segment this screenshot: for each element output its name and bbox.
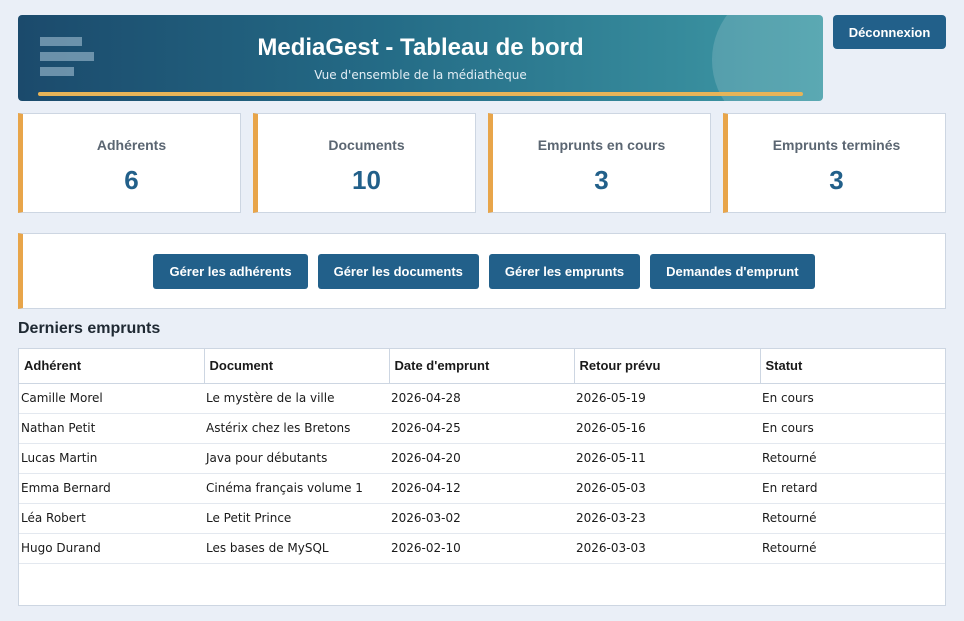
cell-status: Retourné xyxy=(760,503,945,534)
cell-member: Hugo Durand xyxy=(19,533,204,564)
table-row[interactable]: Léa Robert Le Petit Prince 2026-03-02 20… xyxy=(19,503,945,534)
cell-loan-date: 2026-04-12 xyxy=(389,473,574,504)
stat-label: Adhérents xyxy=(96,137,167,153)
cell-due-date: 2026-05-19 xyxy=(574,383,760,414)
page-title: MediaGest - Tableau de bord xyxy=(257,34,584,61)
cell-due-date: 2026-05-03 xyxy=(574,473,760,504)
cell-document: Le Petit Prince xyxy=(204,503,389,534)
table-header-row: Adhérent Document Date d'emprunt Retour … xyxy=(19,349,946,384)
table-row[interactable]: Hugo Durand Les bases de MySQL 2026-02-1… xyxy=(19,533,945,564)
column-header[interactable]: Retour prévu xyxy=(574,349,761,384)
cell-member: Camille Morel xyxy=(19,383,204,414)
column-header[interactable]: Document xyxy=(204,349,390,384)
cell-document: Java pour débutants xyxy=(204,443,389,474)
column-header[interactable]: Adhérent xyxy=(19,349,205,384)
cell-due-date: 2026-05-16 xyxy=(574,413,760,444)
column-header[interactable]: Statut xyxy=(760,349,946,384)
cell-member: Léa Robert xyxy=(19,503,204,534)
cell-loan-date: 2026-04-20 xyxy=(389,443,574,474)
stat-value: 6 xyxy=(124,165,139,195)
recent-loans-table: Adhérent Document Date d'emprunt Retour … xyxy=(18,348,946,606)
loan-requests-button[interactable]: Demandes d'emprunt xyxy=(650,253,815,289)
table-row[interactable]: Camille Morel Le mystère de la ville 202… xyxy=(19,383,945,414)
table-row[interactable]: Lucas Martin Java pour débutants 2026-04… xyxy=(19,443,945,474)
stat-label: Documents xyxy=(328,137,405,153)
stat-value: 3 xyxy=(829,165,844,195)
cell-status: Retourné xyxy=(760,443,945,474)
cell-document: Astérix chez les Bretons xyxy=(204,413,389,444)
stat-label: Emprunts en cours xyxy=(537,137,666,153)
header-divider xyxy=(38,92,803,96)
manage-documents-button[interactable]: Gérer les documents xyxy=(317,253,479,289)
manage-members-button[interactable]: Gérer les adhérents xyxy=(153,253,308,289)
stat-card-emprunts-termines: Emprunts terminés 3 xyxy=(723,113,946,213)
stat-label: Emprunts terminés xyxy=(772,137,901,153)
table-row[interactable]: Nathan Petit Astérix chez les Bretons 20… xyxy=(19,413,945,444)
cell-due-date: 2026-03-03 xyxy=(574,533,760,564)
logout-button[interactable]: Déconnexion xyxy=(833,15,946,49)
stat-value: 3 xyxy=(594,165,609,195)
cell-status: Retourné xyxy=(760,533,945,564)
cell-due-date: 2026-03-23 xyxy=(574,503,760,534)
cell-loan-date: 2026-03-02 xyxy=(389,503,574,534)
cell-member: Emma Bernard xyxy=(19,473,204,504)
cell-loan-date: 2026-04-28 xyxy=(389,383,574,414)
cell-loan-date: 2026-02-10 xyxy=(389,533,574,564)
header-banner: MediaGest - Tableau de bord Vue d'ensemb… xyxy=(18,15,823,101)
cell-document: Les bases de MySQL xyxy=(204,533,389,564)
column-header[interactable]: Date d'emprunt xyxy=(389,349,575,384)
stat-value: 10 xyxy=(352,165,381,195)
cell-status: En cours xyxy=(760,383,945,414)
actions-panel: Gérer les adhérents Gérer les documents … xyxy=(18,233,946,309)
cell-document: Le mystère de la ville xyxy=(204,383,389,414)
cell-loan-date: 2026-04-25 xyxy=(389,413,574,444)
cell-status: En cours xyxy=(760,413,945,444)
cell-member: Lucas Martin xyxy=(19,443,204,474)
cell-member: Nathan Petit xyxy=(19,413,204,444)
recent-loans-title: Derniers emprunts xyxy=(18,320,161,337)
cell-document: Cinéma français volume 1 xyxy=(204,473,389,504)
stat-card-emprunts-en-cours: Emprunts en cours 3 xyxy=(488,113,711,213)
stat-card-documents: Documents 10 xyxy=(253,113,476,213)
table-row[interactable]: Emma Bernard Cinéma français volume 1 20… xyxy=(19,473,945,504)
cell-status: En retard xyxy=(760,473,945,504)
manage-loans-button[interactable]: Gérer les emprunts xyxy=(488,253,641,289)
page-subtitle: Vue d'ensemble de la médiathèque xyxy=(314,68,527,82)
cell-due-date: 2026-05-11 xyxy=(574,443,760,474)
stat-card-adherents: Adhérents 6 xyxy=(18,113,241,213)
